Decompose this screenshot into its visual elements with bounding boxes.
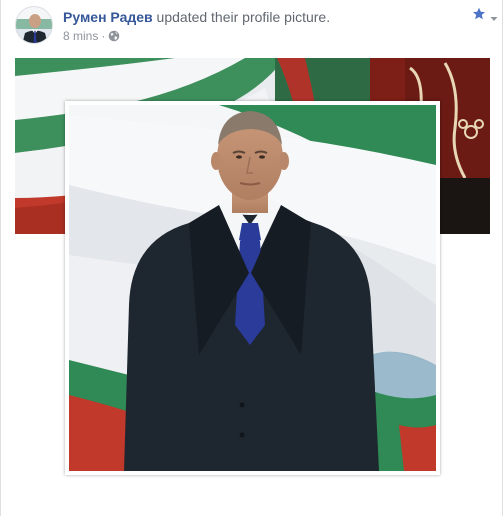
post-header: Румен Радев updated their profile pictur… bbox=[63, 8, 330, 26]
meta-separator: · bbox=[101, 29, 106, 43]
author-avatar[interactable] bbox=[15, 6, 53, 44]
post-meta: 8 mins · bbox=[63, 28, 120, 44]
star-icon[interactable] bbox=[472, 7, 486, 21]
globe-icon[interactable] bbox=[108, 30, 120, 42]
feed-post: Румен Радев updated their profile pictur… bbox=[0, 0, 503, 516]
post-timestamp[interactable]: 8 mins bbox=[63, 28, 98, 44]
chevron-down-icon[interactable] bbox=[490, 10, 498, 21]
avatar-portrait bbox=[16, 7, 52, 43]
post-action-text: updated their profile picture. bbox=[152, 9, 331, 25]
profile-photo-image bbox=[69, 105, 436, 471]
profile-picture[interactable] bbox=[65, 101, 440, 475]
author-name-link[interactable]: Румен Радев bbox=[63, 9, 153, 25]
